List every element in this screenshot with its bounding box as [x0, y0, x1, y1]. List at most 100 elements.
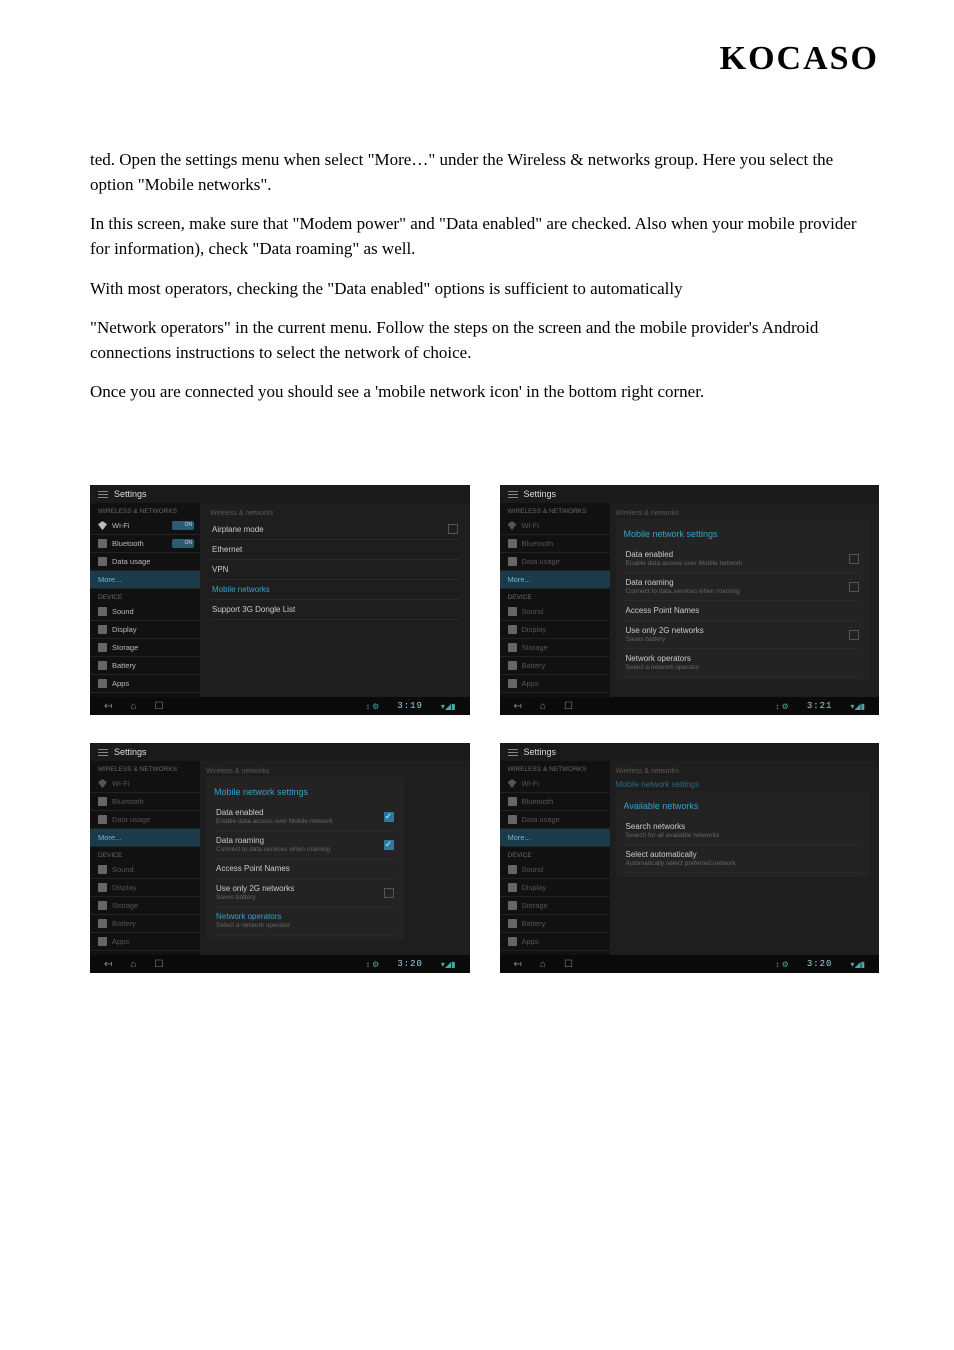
sidebar-item-apps[interactable]: Apps [90, 675, 200, 693]
sidebar-item-apps[interactable]: Apps [500, 675, 610, 693]
back-icon[interactable]: ↤ [104, 959, 112, 970]
airplane-checkbox[interactable] [448, 524, 458, 534]
status-icons: ↕ ⚙ [366, 960, 379, 969]
row-apn[interactable]: Access Point Names [624, 601, 862, 621]
sidebar-item-data-usage[interactable]: Data usage [500, 811, 610, 829]
row-airplane-mode[interactable]: Airplane mode [210, 519, 460, 540]
sidebar-item-more[interactable]: More... [500, 571, 610, 589]
main-panel: Wireless & networks Mobile network setti… [200, 761, 470, 955]
sidebar-item-more[interactable]: More... [90, 829, 200, 847]
sidebar-item-sound[interactable]: Sound [90, 861, 200, 879]
sidebar-item-storage[interactable]: Storage [500, 639, 610, 657]
sidebar-item-wifi[interactable]: Wi-Fi [500, 517, 610, 535]
screen-title: Settings [524, 747, 557, 757]
wifi-toggle[interactable]: ON [172, 521, 194, 530]
sound-icon [98, 865, 107, 874]
sidebar-item-battery[interactable]: Battery [500, 915, 610, 933]
clock: 3:21 [807, 701, 833, 711]
row-data-roaming[interactable]: Data roamingConnect to data services whe… [214, 831, 396, 859]
section-device: DEVICE [90, 847, 200, 861]
row-ethernet[interactable]: Ethernet [210, 540, 460, 560]
row-3g-dongle[interactable]: Support 3G Dongle List [210, 600, 460, 620]
bluetooth-icon [508, 797, 517, 806]
row-only-2g[interactable]: Use only 2G networksSaves battery [624, 621, 862, 649]
status-icons: ↕ ⚙ [366, 702, 379, 711]
data-usage-icon [98, 557, 107, 566]
screenshot-2: Settings WIRELESS & NETWORKS Wi-Fi Bluet… [500, 485, 880, 715]
sidebar-item-apps[interactable]: Apps [90, 933, 200, 951]
sidebar-item-apps[interactable]: Apps [500, 933, 610, 951]
home-icon[interactable]: ⌂ [130, 701, 136, 712]
row-vpn[interactable]: VPN [210, 560, 460, 580]
sidebar-item-battery[interactable]: Battery [500, 657, 610, 675]
sidebar-item-display[interactable]: Display [500, 621, 610, 639]
battery-icon [508, 661, 517, 670]
sidebar: WIRELESS & NETWORKS Wi-Fi Bluetooth Data… [500, 503, 610, 697]
row-data-enabled[interactable]: Data enabledEnable data access over Mobi… [214, 803, 396, 831]
row-apn[interactable]: Access Point Names [214, 859, 396, 879]
data-enabled-checkbox[interactable] [849, 554, 859, 564]
sidebar-item-data-usage[interactable]: Data usage [90, 553, 200, 571]
section-device: DEVICE [90, 589, 200, 603]
row-data-enabled[interactable]: Data enabledEnable data access over Mobi… [624, 545, 862, 573]
screenshot-3: Settings WIRELESS & NETWORKS Wi-Fi Bluet… [90, 743, 470, 973]
sidebar-item-sound[interactable]: Sound [500, 603, 610, 621]
sidebar-item-wifi[interactable]: Wi-Fi [90, 775, 200, 793]
sidebar-item-battery[interactable]: Battery [90, 915, 200, 933]
row-mobile-networks[interactable]: Mobile networks [210, 580, 460, 600]
home-icon[interactable]: ⌂ [130, 959, 136, 970]
sidebar-item-bluetooth[interactable]: BluetoothON [90, 535, 200, 553]
data-roaming-checkbox[interactable] [384, 840, 394, 850]
data-roaming-checkbox[interactable] [849, 582, 859, 592]
bt-toggle[interactable]: ON [172, 539, 194, 548]
bluetooth-icon [98, 797, 107, 806]
sidebar-item-display[interactable]: Display [500, 879, 610, 897]
sidebar-item-storage[interactable]: Storage [90, 897, 200, 915]
sidebar-item-storage[interactable]: Storage [90, 639, 200, 657]
signal-icons: ▾◢▮ [850, 960, 865, 969]
row-only-2g[interactable]: Use only 2G networksSaves battery [214, 879, 396, 907]
sidebar-item-display[interactable]: Display [90, 621, 200, 639]
back-icon[interactable]: ↤ [514, 701, 522, 712]
row-network-operators[interactable]: Network operatorsSelect a network operat… [624, 649, 862, 677]
sidebar-item-data-usage[interactable]: Data usage [500, 553, 610, 571]
back-icon[interactable]: ↤ [104, 701, 112, 712]
sidebar-item-sound[interactable]: Sound [500, 861, 610, 879]
sidebar-item-bluetooth[interactable]: Bluetooth [500, 535, 610, 553]
data-usage-icon [508, 815, 517, 824]
recent-icon[interactable]: ☐ [154, 959, 163, 970]
sidebar-item-more[interactable]: More... [500, 829, 610, 847]
main-panel: Wireless & networks Airplane mode Ethern… [200, 503, 470, 697]
panel-breadcrumb: Wireless & networks [616, 765, 870, 777]
status-icons: ↕ ⚙ [775, 702, 788, 711]
sidebar-item-bluetooth[interactable]: Bluetooth [500, 793, 610, 811]
row-search-networks[interactable]: Search networksSearch for all available … [624, 817, 862, 845]
wifi-icon [508, 779, 517, 788]
home-icon[interactable]: ⌂ [540, 701, 546, 712]
sidebar-item-storage[interactable]: Storage [500, 897, 610, 915]
sidebar-item-display[interactable]: Display [90, 879, 200, 897]
sidebar-item-more[interactable]: More... [90, 571, 200, 589]
row-select-automatically[interactable]: Select automaticallyAutomatically select… [624, 845, 862, 873]
recent-icon[interactable]: ☐ [564, 959, 573, 970]
sidebar-item-wifi[interactable]: Wi-FiON [90, 517, 200, 535]
sidebar-item-wifi[interactable]: Wi-Fi [500, 775, 610, 793]
sidebar-item-bluetooth[interactable]: Bluetooth [90, 793, 200, 811]
data-enabled-checkbox[interactable] [384, 812, 394, 822]
storage-icon [508, 643, 517, 652]
screen-title: Settings [114, 489, 147, 499]
row-data-roaming[interactable]: Data roamingConnect to data services whe… [624, 573, 862, 601]
clock: 3:19 [397, 701, 423, 711]
recent-icon[interactable]: ☐ [154, 701, 163, 712]
recent-icon[interactable]: ☐ [564, 701, 573, 712]
row-network-operators[interactable]: Network operatorsSelect a network operat… [214, 907, 396, 935]
home-icon[interactable]: ⌂ [540, 959, 546, 970]
sidebar-item-sound[interactable]: Sound [90, 603, 200, 621]
back-icon[interactable]: ↤ [514, 959, 522, 970]
sidebar-item-data-usage[interactable]: Data usage [90, 811, 200, 829]
only2g-checkbox[interactable] [384, 888, 394, 898]
screen-titlebar: Settings [500, 743, 880, 761]
sidebar-item-battery[interactable]: Battery [90, 657, 200, 675]
sidebar: WIRELESS & NETWORKS Wi-Fi Bluetooth Data… [500, 761, 610, 955]
only2g-checkbox[interactable] [849, 630, 859, 640]
